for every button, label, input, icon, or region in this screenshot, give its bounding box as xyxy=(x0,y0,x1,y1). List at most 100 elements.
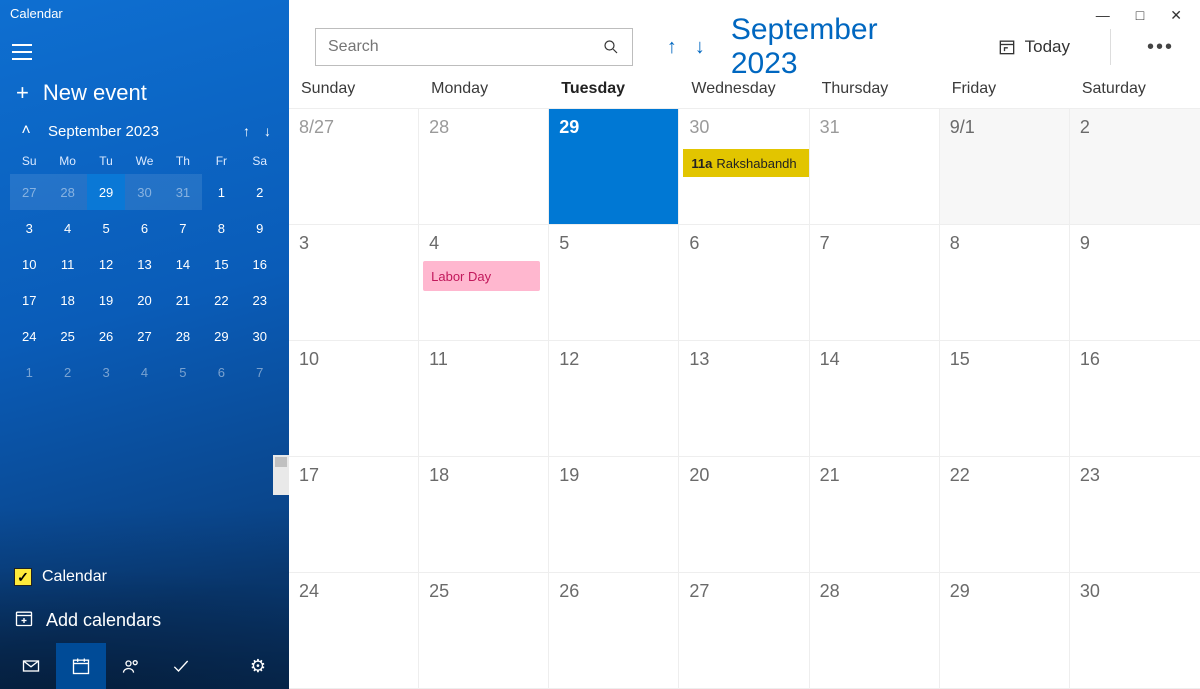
mini-day-cell[interactable]: 4 xyxy=(48,210,86,246)
mini-day-cell[interactable]: 11 xyxy=(48,246,86,282)
day-cell[interactable]: 14 xyxy=(810,341,940,456)
mini-day-cell[interactable]: 7 xyxy=(241,354,279,390)
day-cell[interactable]: 28 xyxy=(419,109,549,224)
minimize-button[interactable]: — xyxy=(1096,7,1110,23)
day-cell[interactable]: 30 xyxy=(1070,573,1200,688)
day-cell[interactable]: 29 xyxy=(940,573,1070,688)
mini-day-cell[interactable]: 7 xyxy=(164,210,202,246)
day-cell[interactable]: 19 xyxy=(549,457,679,572)
mini-day-cell[interactable]: 9 xyxy=(241,210,279,246)
day-cell[interactable]: 26 xyxy=(549,573,679,688)
day-cell[interactable]: 27 xyxy=(679,573,809,688)
calendar-list-item[interactable]: ✓ Calendar xyxy=(14,562,275,592)
day-cell[interactable]: 10 xyxy=(289,341,419,456)
mini-prev-month-button[interactable]: ↑ xyxy=(243,123,250,139)
mini-day-cell[interactable]: 31 xyxy=(164,174,202,210)
hamburger-button[interactable] xyxy=(0,32,44,72)
mini-day-cell[interactable]: 2 xyxy=(241,174,279,210)
mini-next-month-button[interactable]: ↓ xyxy=(264,123,271,139)
next-month-button[interactable]: ↓ xyxy=(695,36,705,59)
mini-day-cell[interactable]: 6 xyxy=(202,354,240,390)
day-cell[interactable]: 18 xyxy=(419,457,549,572)
maximize-button[interactable]: □ xyxy=(1136,7,1144,23)
day-cell[interactable]: 29 xyxy=(549,109,679,224)
mini-calendar-month-label[interactable]: September 2023 xyxy=(48,123,235,140)
mini-day-cell[interactable]: 21 xyxy=(164,282,202,318)
day-cell[interactable]: 9/1 xyxy=(940,109,1070,224)
mini-day-cell[interactable]: 3 xyxy=(10,210,48,246)
day-cell[interactable]: 22 xyxy=(940,457,1070,572)
todo-app-button[interactable] xyxy=(156,643,206,689)
day-cell[interactable]: 15 xyxy=(940,341,1070,456)
mini-day-cell[interactable]: 2 xyxy=(48,354,86,390)
mini-day-cell[interactable]: 5 xyxy=(87,210,125,246)
mini-day-cell[interactable]: 12 xyxy=(87,246,125,282)
mini-day-cell[interactable]: 18 xyxy=(48,282,86,318)
day-cell[interactable]: 20 xyxy=(679,457,809,572)
calendar-event[interactable]: 11a Rakshabandh xyxy=(683,149,808,177)
mini-day-cell[interactable]: 19 xyxy=(87,282,125,318)
mini-day-cell[interactable]: 10 xyxy=(10,246,48,282)
day-cell[interactable]: 11 xyxy=(419,341,549,456)
mini-day-cell[interactable]: 13 xyxy=(125,246,163,282)
mini-day-cell[interactable]: 15 xyxy=(202,246,240,282)
mail-app-button[interactable] xyxy=(6,643,56,689)
month-title[interactable]: September 2023 xyxy=(731,13,947,81)
day-cell[interactable]: 28 xyxy=(810,573,940,688)
mini-day-cell[interactable]: 16 xyxy=(241,246,279,282)
mini-day-cell[interactable]: 4 xyxy=(125,354,163,390)
day-cell[interactable]: 6 xyxy=(679,225,809,340)
settings-button[interactable]: ⚙ xyxy=(233,643,283,689)
calendar-event[interactable]: Labor Day xyxy=(423,261,540,291)
search-input[interactable] xyxy=(328,38,602,56)
people-app-button[interactable] xyxy=(106,643,156,689)
mini-day-cell[interactable]: 22 xyxy=(202,282,240,318)
day-cell[interactable]: 7 xyxy=(810,225,940,340)
day-cell[interactable]: 17 xyxy=(289,457,419,572)
day-cell[interactable]: 3 xyxy=(289,225,419,340)
mini-day-cell[interactable]: 27 xyxy=(10,174,48,210)
mini-day-cell[interactable]: 30 xyxy=(125,174,163,210)
day-cell[interactable]: 23 xyxy=(1070,457,1200,572)
mini-day-cell[interactable]: 23 xyxy=(241,282,279,318)
day-cell[interactable]: 3011a Rakshabandh xyxy=(679,109,809,224)
day-cell[interactable]: 31 xyxy=(810,109,940,224)
mini-day-cell[interactable]: 27 xyxy=(125,318,163,354)
mini-day-cell[interactable]: 29 xyxy=(87,174,125,210)
add-calendars-button[interactable]: Add calendars xyxy=(0,598,289,643)
mini-day-cell[interactable]: 5 xyxy=(164,354,202,390)
mini-day-cell[interactable]: 20 xyxy=(125,282,163,318)
calendar-checkbox[interactable]: ✓ xyxy=(14,568,32,586)
day-cell[interactable]: 8 xyxy=(940,225,1070,340)
mini-day-cell[interactable]: 8 xyxy=(202,210,240,246)
mini-day-cell[interactable]: 29 xyxy=(202,318,240,354)
mini-day-cell[interactable]: 14 xyxy=(164,246,202,282)
new-event-button[interactable]: + New event xyxy=(0,72,289,112)
mini-day-cell[interactable]: 17 xyxy=(10,282,48,318)
today-button[interactable]: Today xyxy=(987,37,1080,57)
mini-day-cell[interactable]: 3 xyxy=(87,354,125,390)
day-cell[interactable]: 8/27 xyxy=(289,109,419,224)
mini-day-cell[interactable]: 25 xyxy=(48,318,86,354)
day-cell[interactable]: 21 xyxy=(810,457,940,572)
day-cell[interactable]: 5 xyxy=(549,225,679,340)
day-cell[interactable]: 25 xyxy=(419,573,549,688)
calendar-app-button[interactable] xyxy=(56,643,106,689)
day-cell[interactable]: 24 xyxy=(289,573,419,688)
day-cell[interactable]: 9 xyxy=(1070,225,1200,340)
mini-day-cell[interactable]: 1 xyxy=(202,174,240,210)
sidebar-scrollbar[interactable] xyxy=(273,455,289,495)
mini-day-cell[interactable]: 6 xyxy=(125,210,163,246)
mini-day-cell[interactable]: 24 xyxy=(10,318,48,354)
day-cell[interactable]: 2 xyxy=(1070,109,1200,224)
day-cell[interactable]: 16 xyxy=(1070,341,1200,456)
search-box[interactable] xyxy=(315,28,633,66)
day-cell[interactable]: 13 xyxy=(679,341,809,456)
mini-day-cell[interactable]: 1 xyxy=(10,354,48,390)
mini-day-cell[interactable]: 28 xyxy=(164,318,202,354)
more-options-button[interactable]: ••• xyxy=(1141,36,1180,59)
day-cell[interactable]: 12 xyxy=(549,341,679,456)
close-button[interactable]: ✕ xyxy=(1170,7,1182,24)
mini-day-cell[interactable]: 26 xyxy=(87,318,125,354)
collapse-mini-calendar-button[interactable]: ˄ xyxy=(12,122,40,140)
